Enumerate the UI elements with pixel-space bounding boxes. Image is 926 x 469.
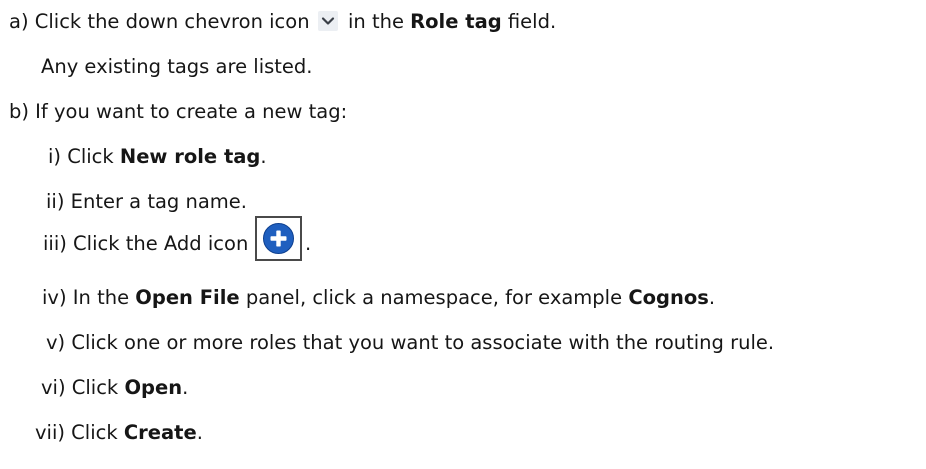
- step-i: i) Click New role tag.: [48, 145, 267, 169]
- step-i-suffix: .: [260, 145, 267, 168]
- step-iv-bold1: Open File: [135, 286, 240, 309]
- step-iv-prefix: iv) In the: [42, 286, 136, 309]
- step-vi: vi) Click Open.: [41, 376, 188, 400]
- step-iv-bold2: Cognos: [628, 286, 709, 309]
- step-vii-prefix: vii) Click: [35, 421, 124, 444]
- step-vii-bold: Create: [123, 421, 197, 444]
- step-a-suffix: field.: [501, 10, 557, 33]
- step-a-middle: in the: [341, 10, 411, 33]
- step-b: b) If you want to create a new tag:: [9, 100, 348, 123]
- step-vi-prefix: vi) Click: [41, 376, 125, 399]
- step-v: v) Click one or more roles that you want…: [46, 331, 775, 354]
- step-iv-suffix: .: [708, 286, 716, 309]
- step-iii: iii) Click the Add icon: [43, 232, 249, 255]
- step-vi-suffix: .: [182, 376, 189, 399]
- step-iv: iv) In the Open File panel, click a name…: [42, 286, 715, 310]
- step-iv-middle: panel, click a namespace, for example: [239, 286, 629, 309]
- step-i-prefix: i) Click: [48, 145, 120, 168]
- step-iii-suffix: .: [305, 232, 312, 255]
- add-plus-icon: [255, 216, 302, 261]
- step-a-bold: Role tag: [410, 10, 502, 33]
- step-a: a) Click the down chevron icon in the Ro…: [9, 10, 556, 34]
- step-a-prefix: a) Click the down chevron icon: [9, 10, 310, 33]
- step-vii-suffix: .: [196, 421, 203, 444]
- chevron-down-icon: [317, 11, 338, 31]
- step-vii: vii) Click Create.: [35, 421, 203, 445]
- step-i-bold: New role tag: [119, 145, 261, 168]
- step-ii: ii) Enter a tag name.: [46, 190, 247, 213]
- step-vi-bold: Open: [124, 376, 183, 399]
- step-a-note: Any existing tags are listed.: [41, 55, 313, 78]
